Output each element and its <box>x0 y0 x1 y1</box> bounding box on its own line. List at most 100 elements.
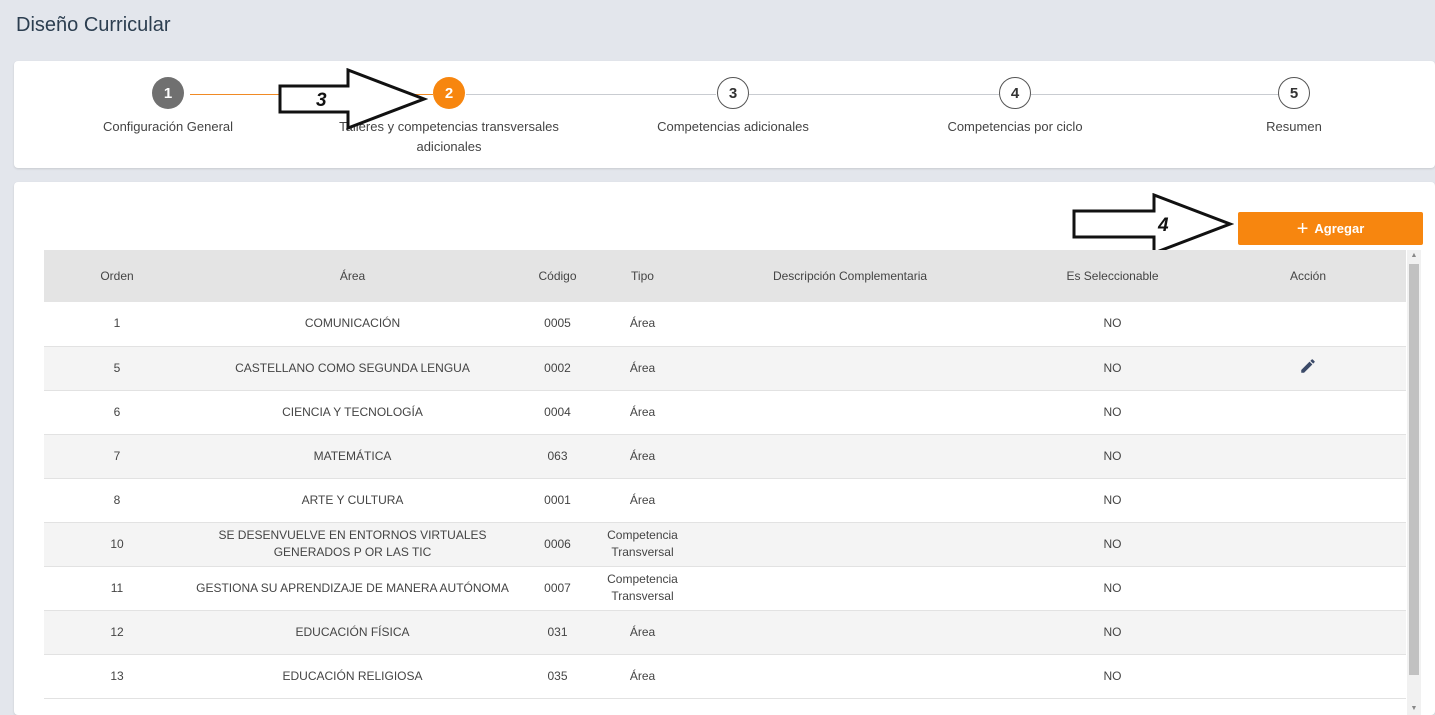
cell-descripcion <box>685 302 1015 346</box>
cell-tipo: Área <box>629 492 656 507</box>
cell-area: CASTELLANO COMO SEGUNDA LENGUA <box>235 360 470 375</box>
cell-accion <box>1210 390 1406 434</box>
table-header-row: Orden Área Código Tipo Descripción Compl… <box>44 250 1406 302</box>
cell-accion <box>1210 478 1406 522</box>
table-row[interactable]: 8 ARTE Y CULTURA 0001 Área NO <box>44 478 1406 522</box>
cell-orden: 13 <box>110 668 124 683</box>
cell-area: MATEMÁTICA <box>313 448 392 463</box>
table-row[interactable]: 11 GESTIONA SU APRENDIZAJE DE MANERA AUT… <box>44 566 1406 610</box>
cell-tipo: Área <box>629 448 656 463</box>
annotation-label-4: 4 <box>1158 215 1169 236</box>
annotation-label-3: 3 <box>316 90 327 111</box>
cell-codigo: 0006 <box>544 536 571 551</box>
column-header-area[interactable]: Área <box>190 250 515 302</box>
cell-area: CIENCIA Y TECNOLOGÍA <box>282 404 423 419</box>
cell-codigo: 063 <box>547 448 568 463</box>
table-row[interactable]: 10 SE DESENVUELVE EN ENTORNOS VIRTUALES … <box>44 522 1406 566</box>
step-connector-3-4 <box>749 94 999 95</box>
cell-area: EDUCACIÓN FÍSICA <box>295 624 410 639</box>
cell-accion <box>1210 302 1406 346</box>
step-connector-4-5 <box>1031 94 1281 95</box>
scroll-down-icon[interactable]: ▼ <box>1407 703 1421 715</box>
cell-codigo: 0001 <box>544 492 571 507</box>
column-header-tipo[interactable]: Tipo <box>600 250 685 302</box>
cell-codigo: 0002 <box>544 360 571 375</box>
annotation-arrow-4-icon <box>1072 193 1234 255</box>
cell-area: SE DESENVUELVE EN ENTORNOS VIRTUALES GEN… <box>218 528 487 559</box>
cell-orden: 7 <box>113 448 121 463</box>
table-row[interactable]: 12 EDUCACIÓN FÍSICA 031 Área NO <box>44 610 1406 654</box>
cell-descripcion <box>685 654 1015 698</box>
cell-accion <box>1210 346 1406 390</box>
step-4-label: Competencias por ciclo <box>947 119 1083 134</box>
table-row[interactable]: 5 CASTELLANO COMO SEGUNDA LENGUA 0002 Ár… <box>44 346 1406 390</box>
stepper: 1 Configuración General 2 Talleres y com… <box>14 61 1435 168</box>
cell-codigo: 0005 <box>544 316 571 331</box>
column-header-descripcion[interactable]: Descripción Complementaria <box>685 250 1015 302</box>
cell-seleccionable: NO <box>1103 492 1122 507</box>
cell-area: EDUCACIÓN RELIGIOSA <box>282 668 423 683</box>
scroll-up-icon[interactable]: ▲ <box>1407 250 1421 262</box>
add-button[interactable]: + Agregar <box>1238 212 1423 245</box>
cell-seleccionable: NO <box>1103 668 1122 683</box>
cell-tipo: Área <box>629 316 656 331</box>
table-row[interactable]: 1 COMUNICACIÓN 0005 Área NO <box>44 302 1406 346</box>
step-3-label: Competencias adicionales <box>657 119 809 134</box>
column-header-seleccionable[interactable]: Es Seleccionable <box>1015 250 1210 302</box>
table-scrollbar[interactable]: ▲ ▼ <box>1407 250 1421 715</box>
cell-tipo: Competencia Transversal <box>607 572 678 603</box>
cell-area: ARTE Y CULTURA <box>301 492 404 507</box>
step-4-circle[interactable]: 4 <box>999 77 1031 109</box>
cell-orden: 1 <box>113 316 121 331</box>
cell-tipo: Área <box>629 360 656 375</box>
cell-descripcion <box>685 390 1015 434</box>
cell-descripcion <box>685 478 1015 522</box>
plus-icon: + <box>1296 217 1309 240</box>
scrollbar-thumb[interactable] <box>1409 264 1419 675</box>
page-title: Diseño Curricular <box>16 14 171 36</box>
cell-descripcion <box>685 566 1015 610</box>
column-header-codigo[interactable]: Código <box>515 250 600 302</box>
cell-accion <box>1210 434 1406 478</box>
cell-tipo: Área <box>629 624 656 639</box>
step-1-circle[interactable]: 1 <box>152 77 184 109</box>
cell-accion <box>1210 654 1406 698</box>
cell-orden: 11 <box>110 580 124 595</box>
step-3-circle[interactable]: 3 <box>717 77 749 109</box>
cell-accion <box>1210 566 1406 610</box>
column-header-accion: Acción <box>1289 269 1327 283</box>
cell-descripcion <box>685 610 1015 654</box>
column-header-orden[interactable]: Orden <box>44 250 190 302</box>
cell-codigo: 035 <box>547 668 568 683</box>
cell-codigo: 0004 <box>544 404 571 419</box>
step-2-circle[interactable]: 2 <box>433 77 465 109</box>
cell-tipo: Competencia Transversal <box>607 528 678 559</box>
annotation-arrow-3-icon <box>278 68 428 130</box>
edit-icon[interactable] <box>1299 357 1317 380</box>
cell-orden: 12 <box>110 624 124 639</box>
cell-accion <box>1210 610 1406 654</box>
cell-orden: 5 <box>113 360 121 375</box>
cell-accion <box>1210 522 1406 566</box>
cell-orden: 10 <box>110 536 124 551</box>
areas-table: Orden Área Código Tipo Descripción Compl… <box>44 250 1421 715</box>
cell-seleccionable: NO <box>1103 316 1122 331</box>
table-row[interactable]: 13 EDUCACIÓN RELIGIOSA 035 Área NO <box>44 654 1406 698</box>
add-button-label: Agregar <box>1314 221 1365 236</box>
cell-descripcion <box>685 522 1015 566</box>
cell-seleccionable: NO <box>1103 404 1122 419</box>
table-row[interactable]: 6 CIENCIA Y TECNOLOGÍA 0004 Área NO <box>44 390 1406 434</box>
cell-codigo: 031 <box>547 624 568 639</box>
cell-descripcion <box>685 434 1015 478</box>
cell-area: GESTIONA SU APRENDIZAJE DE MANERA AUTÓNO… <box>196 580 509 595</box>
table-row[interactable]: 7 MATEMÁTICA 063 Área NO <box>44 434 1406 478</box>
cell-seleccionable: NO <box>1103 536 1122 551</box>
cell-tipo: Área <box>629 668 656 683</box>
step-1-label: Configuración General <box>102 119 234 134</box>
cell-seleccionable: NO <box>1103 580 1122 595</box>
cell-codigo: 0007 <box>544 580 571 595</box>
cell-orden: 8 <box>113 492 121 507</box>
step-5-circle[interactable]: 5 <box>1278 77 1310 109</box>
cell-tipo: Área <box>629 404 656 419</box>
cell-orden: 6 <box>113 404 121 419</box>
